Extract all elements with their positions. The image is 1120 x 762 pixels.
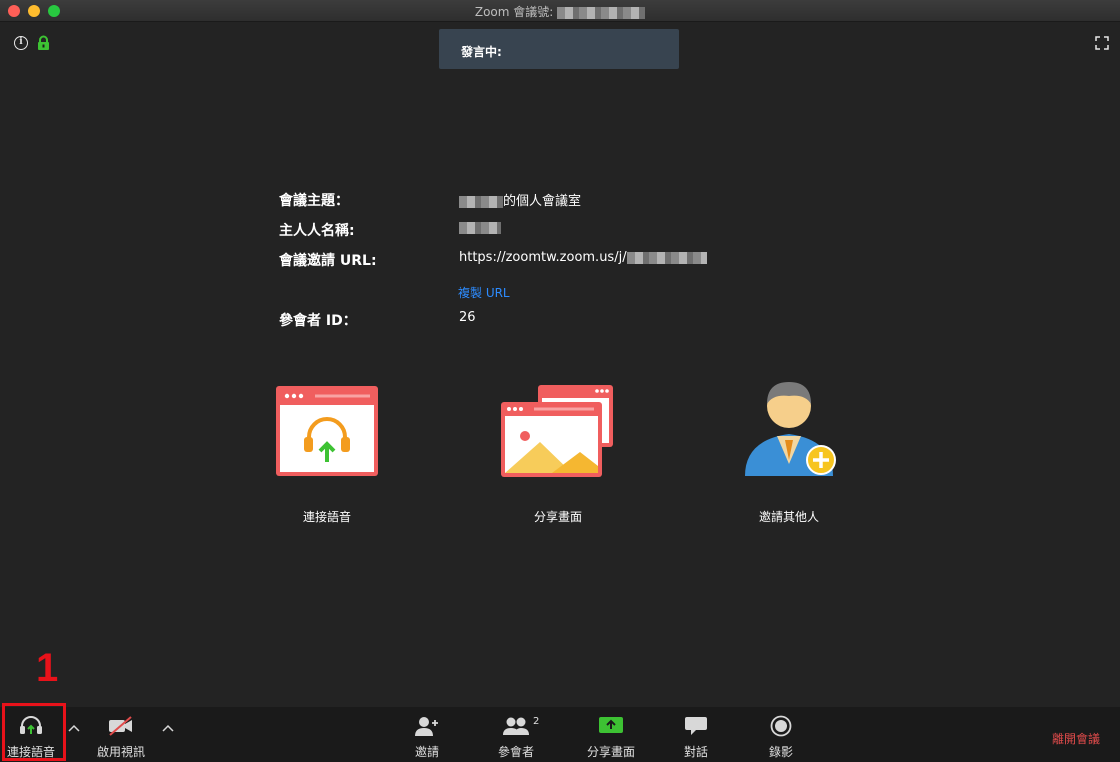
chat-button[interactable]: 對話 [674, 707, 718, 762]
url-value-text: https://zoomtw.zoom.us/j/ [459, 250, 627, 265]
headset-upload-icon [276, 386, 378, 476]
participant-id-value: 26 [459, 310, 476, 325]
audio-options-chevron-up-icon[interactable] [67, 723, 81, 733]
invite-button-label: 邀請 [414, 745, 439, 759]
url-label: 會議邀請 URL: [279, 253, 377, 269]
redacted-url-id [626, 251, 707, 264]
participants-count-badge: 2 [533, 716, 540, 727]
fullscreen-icon[interactable] [1095, 36, 1109, 50]
window-title: Zoom 會議號: [0, 3, 1120, 20]
window-titlebar: Zoom 會議號: [0, 0, 1120, 22]
url-value: https://zoomtw.zoom.us/j/ [459, 250, 707, 265]
record-button[interactable]: 錄影 [759, 707, 803, 762]
host-label: 主人人名稱: [279, 223, 355, 239]
invite-person-icon [745, 382, 836, 476]
step-number-annotation: 1 [36, 646, 59, 690]
share-screen-icon [501, 385, 613, 477]
window-title-text: Zoom 會議號: [474, 5, 554, 19]
redacted-host-value [459, 221, 501, 234]
active-speaker-label: 發言中: [461, 45, 502, 59]
record-icon [770, 715, 792, 737]
invite-others-label: 邀請其他人 [758, 510, 819, 524]
leave-meeting-button[interactable]: 離開會議 [1052, 730, 1100, 747]
redacted-meeting-id [557, 6, 646, 19]
topic-value-text: 的個人會議室 [503, 194, 582, 209]
share-screen-label: 分享畫面 [533, 510, 582, 524]
share-screen-button[interactable]: 分享畫面 [584, 707, 638, 762]
info-icon[interactable]: i [14, 36, 28, 50]
share-screen-arrow-icon [599, 717, 623, 733]
record-button-label: 錄影 [768, 745, 793, 759]
share-screen-button-label: 分享畫面 [586, 745, 635, 759]
redacted-host-name [459, 195, 503, 208]
invite-button[interactable]: 邀請 [405, 707, 449, 762]
meeting-toolbar: 連接語音 啟用視訊 邀請 參會者 2 分享畫面 對話 錄影 離開會議 [0, 707, 1120, 762]
participants-button[interactable]: 參會者 [494, 707, 538, 762]
chat-bubble-icon [685, 717, 707, 735]
chat-button-label: 對話 [683, 745, 708, 759]
copy-url-link[interactable]: 複製 URL [458, 284, 510, 301]
host-value [459, 220, 501, 235]
start-video-button[interactable]: 啟用視訊 [92, 707, 150, 762]
participants-icon [503, 717, 529, 735]
participant-id-label: 參會者 ID： [279, 313, 357, 329]
participants-button-label: 參會者 [497, 745, 534, 759]
active-speaker-banner: 發言中: [439, 29, 679, 69]
join-audio-highlight-box [2, 703, 66, 761]
start-video-button-label: 啟用視訊 [96, 745, 145, 759]
video-off-icon [109, 716, 132, 736]
add-user-icon [415, 717, 438, 736]
join-audio-label: 連接語音 [302, 510, 351, 524]
topic-label: 會議主題： [279, 193, 349, 209]
video-options-chevron-up-icon[interactable] [161, 723, 175, 733]
lock-icon[interactable] [37, 35, 50, 51]
topic-value: 的個人會議室 [459, 190, 581, 209]
